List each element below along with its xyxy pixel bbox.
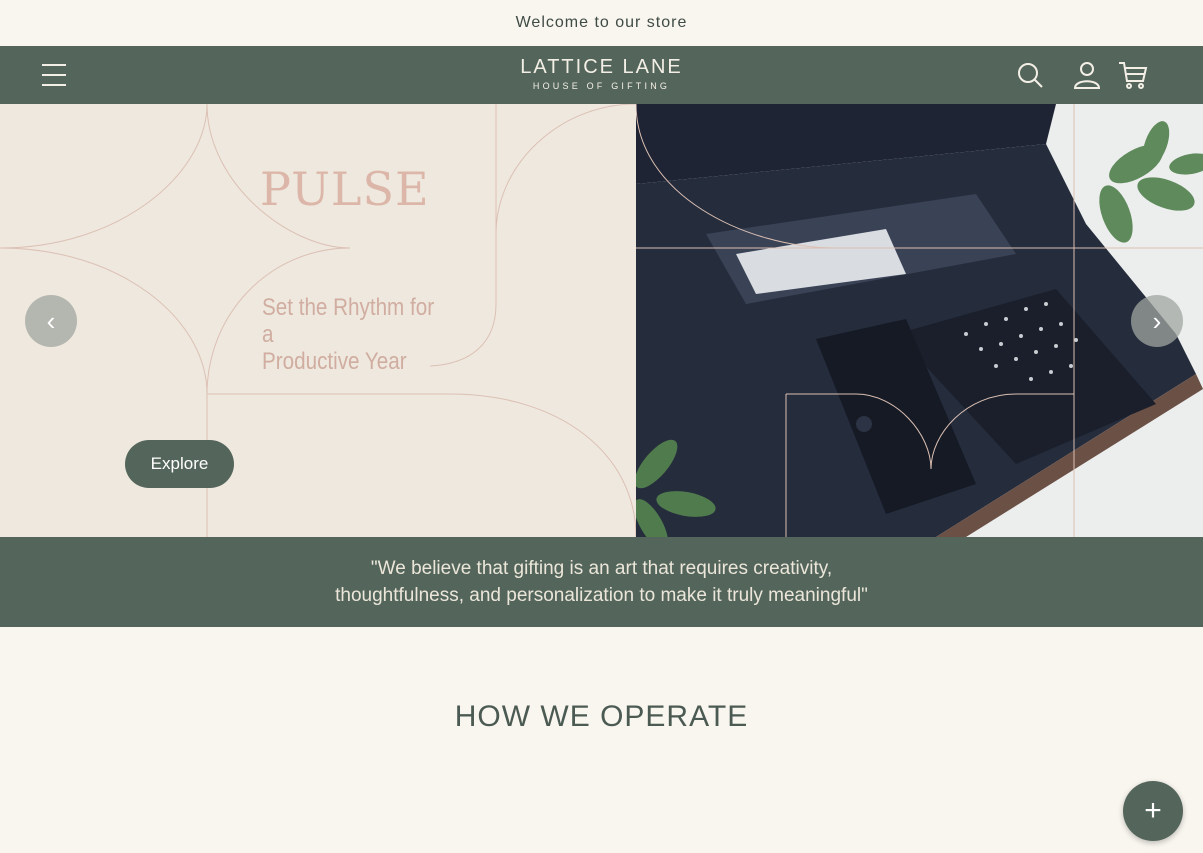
quote-line-1: "We believe that gifting is an art that … [370, 558, 833, 579]
hero-slider: PULSE Set the Rhythm for a Productive Ye… [0, 104, 1203, 537]
quote-band: "We believe that gifting is an art that … [0, 537, 1203, 627]
announcement-text: Welcome to our store [515, 14, 688, 31]
slider-next-button[interactable]: › [1131, 295, 1183, 347]
slider-prev-button[interactable]: ‹ [25, 295, 77, 347]
section-title: HOW WE OPERATE [454, 700, 749, 733]
floating-add-button[interactable]: + [1123, 781, 1183, 841]
hero-product-image [636, 104, 1203, 537]
announcement-bar: Welcome to our store [0, 0, 1203, 46]
hero-title: PULSE [260, 162, 430, 216]
cart-icon[interactable] [1118, 60, 1148, 90]
site-header: LATTICE LANE HOUSE OF GIFTING [0, 46, 1203, 105]
hero-subtitle-line-2: Productive Year [262, 348, 407, 375]
explore-button[interactable]: Explore [125, 440, 234, 488]
hero-subtitle-line-1: Set the Rhythm for a [262, 294, 435, 348]
hero-text-panel: PULSE Set the Rhythm for a Productive Ye… [0, 104, 636, 537]
search-icon[interactable] [1015, 60, 1045, 90]
quote-line-2: thoughtfulness, and personalization to m… [335, 585, 868, 606]
hero-subtitle: Set the Rhythm for a Productive Year [262, 294, 451, 375]
account-icon[interactable] [1072, 60, 1102, 90]
gift-box-illustration [636, 104, 1203, 537]
